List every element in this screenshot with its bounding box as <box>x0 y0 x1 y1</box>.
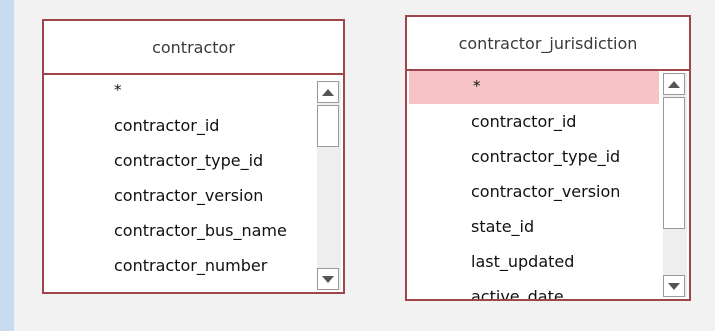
field-all-columns[interactable]: * <box>409 71 659 104</box>
field-list[interactable]: * contractor_id contractor_type_id contr… <box>44 75 323 292</box>
table-title-bar[interactable]: contractor <box>44 21 343 75</box>
field-all-columns[interactable]: * <box>44 75 323 108</box>
table-contractor-jurisdiction[interactable]: contractor_jurisdiction * contractor_id … <box>405 15 691 301</box>
field-item[interactable]: contractor_id <box>407 104 669 139</box>
field-item[interactable]: active_date <box>407 279 669 299</box>
field-item[interactable]: contractor_id <box>44 108 323 143</box>
field-item[interactable]: contractor_number <box>44 248 323 283</box>
field-item[interactable]: contractor_type_id <box>44 143 323 178</box>
scroll-thumb[interactable] <box>317 105 339 147</box>
scroll-down-button[interactable] <box>663 275 685 297</box>
arrow-down-icon <box>322 275 334 283</box>
scroll-down-button[interactable] <box>317 268 339 290</box>
scroll-thumb[interactable] <box>663 97 685 229</box>
scroll-up-button[interactable] <box>663 73 685 95</box>
vertical-scrollbar[interactable] <box>663 73 687 297</box>
table-title: contractor <box>152 37 235 57</box>
table-title-bar[interactable]: contractor_jurisdiction <box>407 17 689 71</box>
scroll-up-button[interactable] <box>317 81 339 103</box>
field-item[interactable]: dmers_rgn <box>44 283 323 292</box>
table-contractor[interactable]: contractor * contractor_id contractor_ty… <box>42 19 345 294</box>
arrow-up-icon <box>668 80 680 88</box>
field-item[interactable]: contractor_bus_name <box>44 213 323 248</box>
arrow-down-icon <box>668 282 680 290</box>
field-item[interactable]: last_updated <box>407 244 669 279</box>
table-title: contractor_jurisdiction <box>458 33 638 53</box>
query-design-canvas: contractor * contractor_id contractor_ty… <box>14 0 715 331</box>
field-item[interactable]: contractor_version <box>407 174 669 209</box>
field-item[interactable]: contractor_type_id <box>407 139 669 174</box>
arrow-up-icon <box>322 88 334 96</box>
field-item[interactable]: contractor_version <box>44 178 323 213</box>
vertical-scrollbar[interactable] <box>317 81 341 290</box>
field-item[interactable]: state_id <box>407 209 669 244</box>
field-list[interactable]: * contractor_id contractor_type_id contr… <box>407 71 669 299</box>
